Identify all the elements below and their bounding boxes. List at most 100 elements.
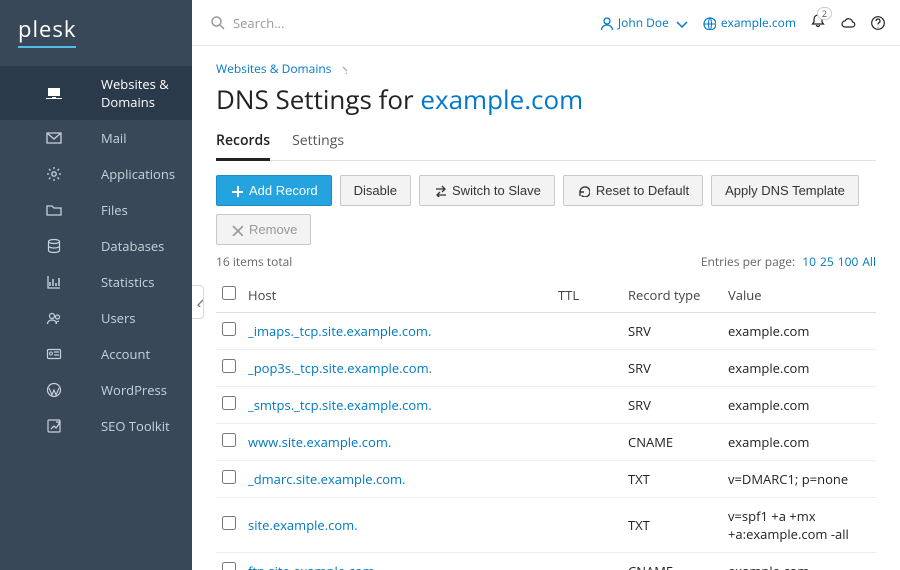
tab-settings[interactable]: Settings (292, 131, 344, 160)
record-type: SRV (622, 387, 722, 424)
sidebar: plesk Websites & Domains Mail Applications… (0, 0, 192, 570)
sidebar-item-users[interactable]: Users (0, 300, 192, 336)
sidebar-item-label: WordPress (101, 381, 176, 399)
logo: plesk (0, 0, 192, 66)
record-type: SRV (622, 313, 722, 350)
user-menu[interactable]: John Doe (599, 14, 688, 31)
row-checkbox[interactable] (222, 516, 236, 530)
row-checkbox[interactable] (222, 562, 236, 570)
tabs: Records Settings (216, 131, 876, 161)
sidebar-item-label: Files (101, 201, 176, 219)
search-box[interactable]: Search... (210, 14, 591, 32)
sidebar-item-label: Mail (101, 129, 176, 147)
sidebar-item-wordpress[interactable]: WordPress (0, 372, 192, 408)
row-checkbox[interactable] (222, 359, 236, 373)
record-value: example.com (722, 350, 876, 387)
page-title-text: DNS Settings for (216, 81, 420, 117)
wordpress-icon (16, 382, 91, 398)
chevron-left-icon (193, 297, 203, 307)
sidebar-item-mail[interactable]: Mail (0, 120, 192, 156)
user-icon (599, 16, 613, 30)
swap-icon (433, 184, 446, 197)
x-icon (230, 223, 243, 236)
record-type: CNAME (622, 553, 722, 570)
record-ttl (552, 313, 622, 350)
gear-icon (16, 166, 91, 182)
refresh-icon (577, 184, 590, 197)
sidebar-item-label: SEO Toolkit (101, 417, 176, 435)
col-host[interactable]: Host (242, 278, 552, 313)
table-row: _smtps._tcp.site.example.com. SRV exampl… (216, 387, 876, 424)
row-checkbox[interactable] (222, 433, 236, 447)
table-row: site.example.com. TXT v=spf1 +a +mx +a:e… (216, 498, 876, 553)
disable-label: Disable (354, 183, 397, 198)
seo-icon (16, 418, 91, 434)
sidebar-collapse-handle[interactable] (192, 285, 204, 319)
col-ttl[interactable]: TTL (552, 278, 622, 313)
record-host-link[interactable]: site.example.com. (248, 516, 358, 534)
disable-button[interactable]: Disable (340, 175, 411, 206)
row-checkbox[interactable] (222, 470, 236, 484)
topbar: Search... John Doe example.com 2 (192, 0, 900, 46)
sidebar-item-label: Websites & Domains (101, 75, 176, 111)
folder-icon (16, 202, 91, 218)
breadcrumb-root[interactable]: Websites & Domains (216, 60, 331, 77)
users-icon (16, 310, 91, 326)
sidebar-item-databases[interactable]: Databases (0, 228, 192, 264)
record-host-link[interactable]: _pop3s._tcp.site.example.com. (248, 359, 432, 377)
add-record-button[interactable]: Add Record (216, 175, 332, 206)
select-all-checkbox[interactable] (222, 286, 236, 300)
record-host-link[interactable]: www.site.example.com. (248, 433, 391, 451)
record-host-link[interactable]: _imaps._tcp.site.example.com. (248, 322, 431, 340)
row-checkbox[interactable] (222, 396, 236, 410)
table-row: ftp.site.example.com. CNAME example.com (216, 553, 876, 570)
record-host-link[interactable]: _smtps._tcp.site.example.com. (248, 396, 432, 414)
sidebar-item-statistics[interactable]: Statistics (0, 264, 192, 300)
user-name: John Doe (618, 14, 669, 31)
search-placeholder: Search... (233, 14, 284, 32)
remove-button[interactable]: Remove (216, 214, 311, 245)
sidebar-item-websites-domains[interactable]: Websites & Domains (0, 66, 192, 120)
record-ttl (552, 461, 622, 498)
record-value: example.com (722, 424, 876, 461)
apply-template-button[interactable]: Apply DNS Template (711, 175, 859, 206)
cloud-icon[interactable] (840, 15, 856, 31)
sidebar-item-files[interactable]: Files (0, 192, 192, 228)
record-type: TXT (622, 498, 722, 553)
reset-default-button[interactable]: Reset to Default (563, 175, 703, 206)
record-type: TXT (622, 461, 722, 498)
subscription-menu[interactable]: example.com (702, 14, 796, 31)
perpage-All[interactable]: All (862, 253, 876, 270)
sidebar-item-label: Databases (101, 237, 176, 255)
notifications-button[interactable]: 2 (810, 13, 826, 33)
toolbar: Add Record Disable Switch to Slave Reset… (216, 175, 876, 245)
record-value: v=DMARC1; p=none (722, 461, 876, 498)
add-record-label: Add Record (249, 183, 318, 198)
sidebar-item-seo-toolkit[interactable]: SEO Toolkit (0, 408, 192, 444)
col-value[interactable]: Value (722, 278, 876, 313)
plus-icon (230, 184, 243, 197)
sidebar-item-account[interactable]: Account (0, 336, 192, 372)
record-type: CNAME (622, 424, 722, 461)
breadcrumb: Websites & Domains (216, 60, 876, 77)
switch-to-slave-button[interactable]: Switch to Slave (419, 175, 555, 206)
help-icon[interactable] (870, 15, 886, 31)
page-title: DNS Settings for example.com (216, 81, 876, 117)
switch-label: Switch to Slave (452, 183, 541, 198)
record-host-link[interactable]: ftp.site.example.com. (248, 562, 378, 570)
apply-label: Apply DNS Template (725, 183, 845, 198)
perpage-100[interactable]: 100 (838, 253, 859, 270)
record-ttl (552, 387, 622, 424)
sidebar-item-applications[interactable]: Applications (0, 156, 192, 192)
col-type[interactable]: Record type (622, 278, 722, 313)
record-host-link[interactable]: _dmarc.site.example.com. (248, 470, 406, 488)
remove-label: Remove (249, 222, 297, 237)
record-ttl (552, 553, 622, 570)
row-checkbox[interactable] (222, 322, 236, 336)
table-row: www.site.example.com. CNAME example.com (216, 424, 876, 461)
sidebar-item-label: Statistics (101, 273, 176, 291)
tab-records[interactable]: Records (216, 131, 270, 161)
notification-badge: 2 (817, 7, 832, 20)
perpage-10[interactable]: 10 (802, 253, 816, 270)
perpage-25[interactable]: 25 (820, 253, 834, 270)
